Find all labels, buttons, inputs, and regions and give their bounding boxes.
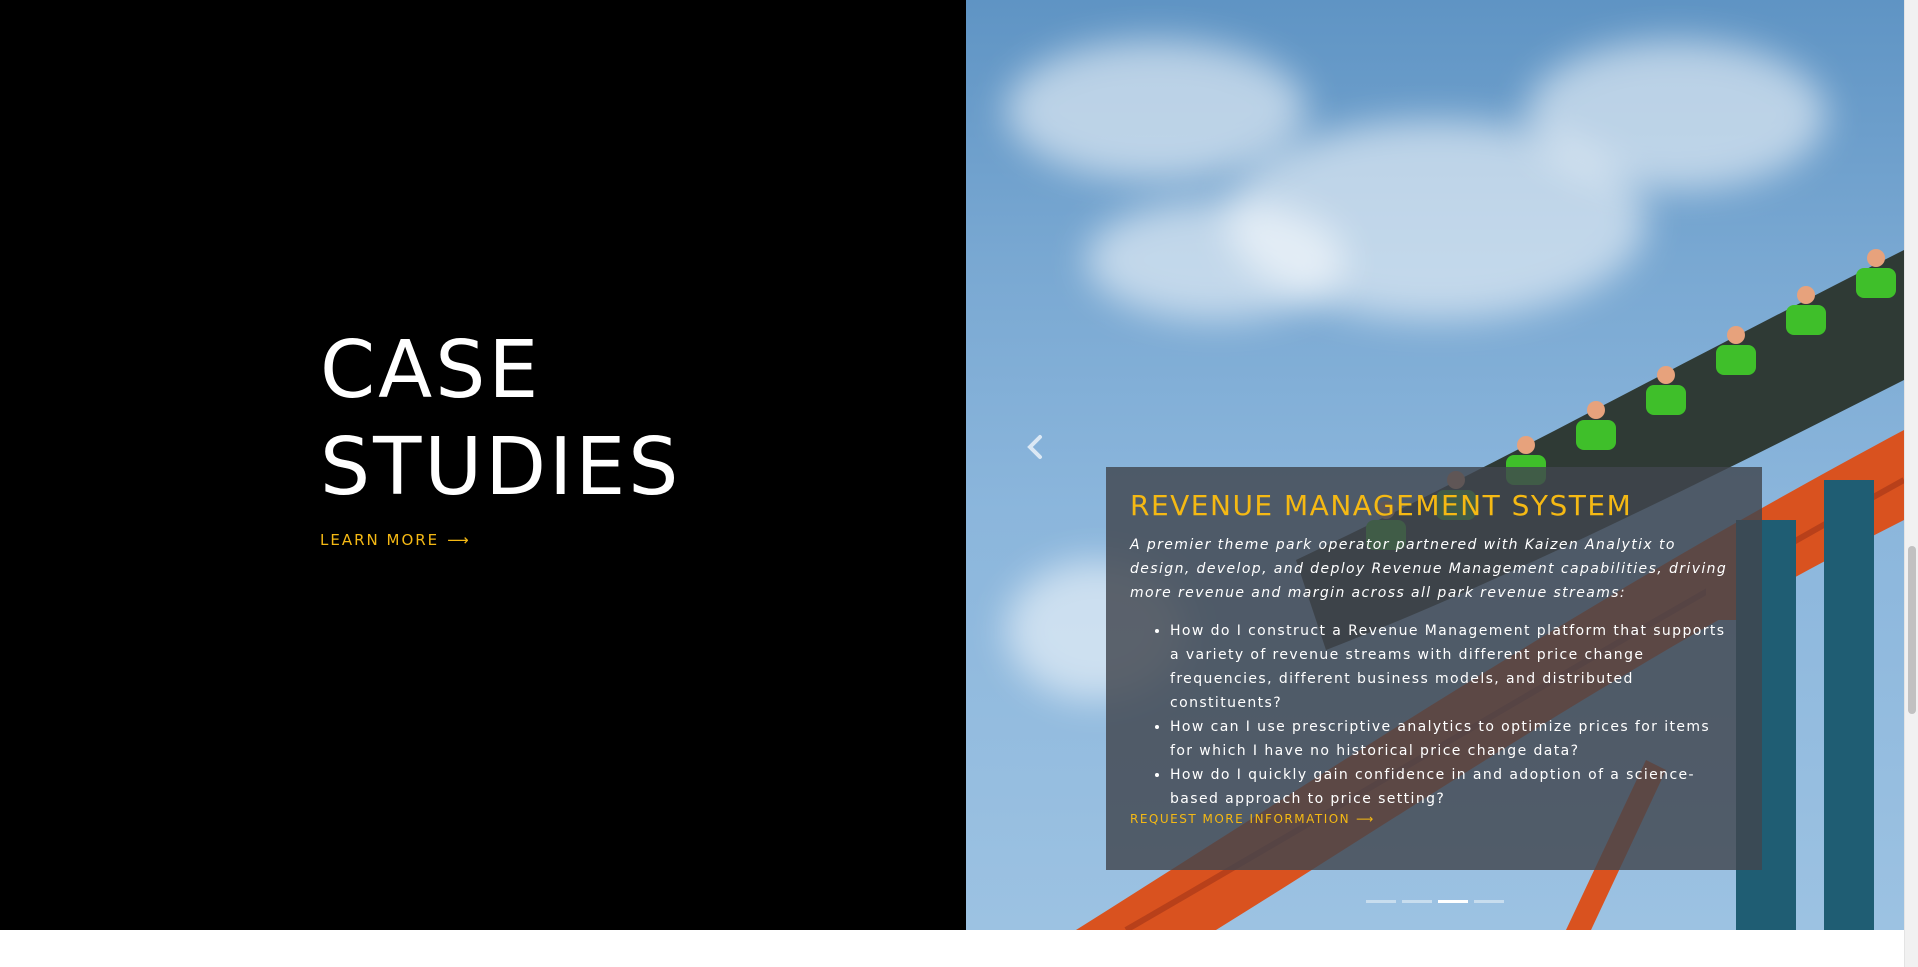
page: CASE STUDIES LEARN MORE ⟶ REVENUE MANAGE… (0, 0, 1918, 967)
case-studies-hero: CASE STUDIES LEARN MORE ⟶ REVENUE MANAGE… (0, 0, 1904, 930)
case-study-description: A premier theme park operator partnered … (1130, 537, 1728, 601)
carousel-indicator-2[interactable] (1402, 900, 1432, 903)
request-more-information-link[interactable]: REQUEST MORE INFORMATION ⟶ (1130, 812, 1375, 826)
request-more-information-label: REQUEST MORE INFORMATION (1130, 812, 1351, 826)
carousel-indicator-4[interactable] (1474, 900, 1504, 903)
learn-more-label: LEARN MORE (320, 531, 440, 549)
arrow-right-icon: ⟶ (1356, 812, 1375, 826)
case-study-card: REVENUE MANAGEMENT SYSTEM A premier them… (1106, 467, 1762, 870)
page-title-line-1: CASE (320, 324, 542, 416)
page-title-line-2: STUDIES (320, 421, 682, 513)
learn-more-link[interactable]: LEARN MORE ⟶ (320, 531, 471, 549)
chevron-left-icon (1027, 435, 1042, 459)
carousel-prev-button[interactable] (1022, 430, 1048, 464)
carousel-indicator-3[interactable] (1438, 900, 1468, 903)
scrollbar-thumb[interactable] (1908, 546, 1916, 714)
carousel-indicator-1[interactable] (1366, 900, 1396, 903)
list-item: How do I quickly gain confidence in and … (1170, 763, 1738, 811)
page-scrollbar[interactable] (1904, 0, 1918, 967)
case-study-title: REVENUE MANAGEMENT SYSTEM (1130, 489, 1633, 522)
list-item: How can I use prescriptive analytics to … (1170, 715, 1738, 763)
page-title: CASE STUDIES (320, 322, 681, 516)
arrow-right-icon: ⟶ (447, 531, 471, 549)
next-section (0, 930, 1904, 967)
list-item: How do I construct a Revenue Management … (1170, 619, 1738, 715)
carousel-indicators (1366, 900, 1504, 903)
hero-left-panel: CASE STUDIES LEARN MORE ⟶ (0, 0, 966, 930)
case-study-carousel: REVENUE MANAGEMENT SYSTEM A premier them… (966, 0, 1904, 930)
case-study-questions: How do I construct a Revenue Management … (1130, 619, 1738, 811)
